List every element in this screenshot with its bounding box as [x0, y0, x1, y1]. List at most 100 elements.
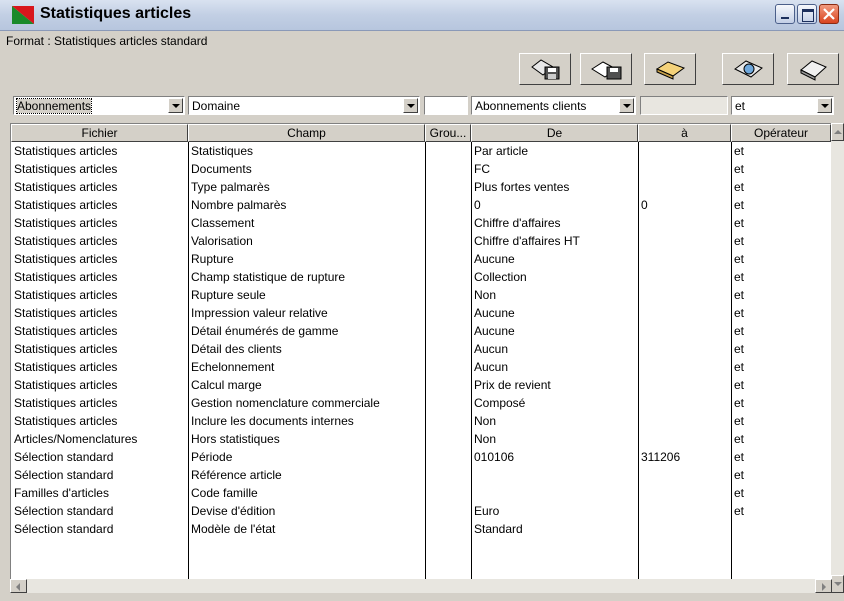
cell-fichier[interactable]: Sélection standard	[11, 520, 188, 538]
cell-fichier[interactable]: Sélection standard	[11, 466, 188, 484]
scroll-right-button[interactable]	[815, 579, 832, 593]
column-header-a[interactable]: à	[638, 124, 731, 142]
cell-operateur[interactable]: et	[731, 232, 831, 250]
cell-a[interactable]	[638, 430, 731, 448]
cell-fichier[interactable]: Statistiques articles	[11, 376, 188, 394]
cell-operateur[interactable]: et	[731, 214, 831, 232]
cell-de[interactable]	[471, 466, 638, 484]
column-header-champ[interactable]: Champ	[188, 124, 425, 142]
cell-groupe[interactable]	[425, 142, 471, 160]
scroll-left-button[interactable]	[10, 579, 27, 593]
cell-a[interactable]	[638, 358, 731, 376]
cell-groupe[interactable]	[425, 196, 471, 214]
close-button[interactable]	[819, 4, 839, 24]
cell-champ[interactable]: Valorisation	[188, 232, 425, 250]
cell-champ[interactable]: Documents	[188, 160, 425, 178]
cell-operateur[interactable]	[731, 520, 831, 538]
cell-groupe[interactable]	[425, 376, 471, 394]
cell-champ[interactable]: Devise d'édition	[188, 502, 425, 520]
cell-groupe[interactable]	[425, 466, 471, 484]
cell-de[interactable]: Non	[471, 412, 638, 430]
cell-champ[interactable]: Détail des clients	[188, 340, 425, 358]
cell-groupe[interactable]	[425, 178, 471, 196]
cell-fichier[interactable]: Statistiques articles	[11, 232, 188, 250]
cell-groupe[interactable]	[425, 394, 471, 412]
cell-groupe[interactable]	[425, 430, 471, 448]
group-input[interactable]	[424, 96, 468, 115]
cell-champ[interactable]: Gestion nomenclature commerciale	[188, 394, 425, 412]
cell-groupe[interactable]	[425, 484, 471, 502]
table-row[interactable]: Familles d'articles Code famille et	[11, 484, 831, 502]
cell-de[interactable]: 0	[471, 196, 638, 214]
cell-champ[interactable]: Détail énumérés de gamme	[188, 322, 425, 340]
horizontal-scrollbar[interactable]	[10, 579, 832, 593]
cell-groupe[interactable]	[425, 412, 471, 430]
cell-de[interactable]	[471, 484, 638, 502]
table-row[interactable]: Statistiques articles Valorisation Chiffre…	[11, 232, 831, 250]
cell-operateur[interactable]: et	[731, 196, 831, 214]
cell-operateur[interactable]: et	[731, 394, 831, 412]
cell-operateur[interactable]: et	[731, 304, 831, 322]
cell-operateur[interactable]: et	[731, 430, 831, 448]
cell-a[interactable]	[638, 214, 731, 232]
cell-de[interactable]: Non	[471, 430, 638, 448]
cell-champ[interactable]: Inclure les documents internes	[188, 412, 425, 430]
cell-de[interactable]: Euro	[471, 502, 638, 520]
cell-a[interactable]	[638, 286, 731, 304]
cell-fichier[interactable]: Statistiques articles	[11, 250, 188, 268]
vertical-scrollbar[interactable]	[831, 123, 844, 593]
print-button[interactable]	[787, 53, 839, 85]
cell-champ[interactable]: Impression valeur relative	[188, 304, 425, 322]
table-row[interactable]: Sélection standard Devise d'édition Euro et	[11, 502, 831, 520]
table-row[interactable]: Statistiques articles Détail énumérés de …	[11, 322, 831, 340]
table-row[interactable]: Statistiques articles Classement Chiffre d…	[11, 214, 831, 232]
cell-groupe[interactable]	[425, 502, 471, 520]
minimize-button[interactable]	[775, 4, 795, 24]
cell-de[interactable]: FC	[471, 160, 638, 178]
cell-a[interactable]	[638, 304, 731, 322]
cell-operateur[interactable]: et	[731, 322, 831, 340]
cell-fichier[interactable]: Statistiques articles	[11, 160, 188, 178]
cell-operateur[interactable]: et	[731, 412, 831, 430]
cell-operateur[interactable]: et	[731, 448, 831, 466]
cell-fichier[interactable]: Sélection standard	[11, 448, 188, 466]
cell-champ[interactable]: Nombre palmarès	[188, 196, 425, 214]
cell-de[interactable]: Standard	[471, 520, 638, 538]
cell-operateur[interactable]: et	[731, 466, 831, 484]
cell-a[interactable]	[638, 142, 731, 160]
table-row[interactable]: Statistiques articles Champ statistique d…	[11, 268, 831, 286]
cell-a[interactable]	[638, 322, 731, 340]
scroll-up-button[interactable]	[831, 123, 844, 141]
cell-a[interactable]	[638, 502, 731, 520]
cell-operateur[interactable]: et	[731, 376, 831, 394]
cell-champ[interactable]: Classement	[188, 214, 425, 232]
cell-groupe[interactable]	[425, 286, 471, 304]
cell-a[interactable]	[638, 160, 731, 178]
from-combo[interactable]: Abonnements clients	[471, 96, 636, 115]
cell-a[interactable]	[638, 520, 731, 538]
print-preview-button[interactable]	[722, 53, 774, 85]
cell-de[interactable]: Aucun	[471, 358, 638, 376]
cell-a[interactable]: 0	[638, 196, 731, 214]
cell-operateur[interactable]: et	[731, 502, 831, 520]
cell-de[interactable]: Non	[471, 286, 638, 304]
cell-a[interactable]	[638, 394, 731, 412]
cell-champ[interactable]: Champ statistique de rupture	[188, 268, 425, 286]
cell-a[interactable]	[638, 178, 731, 196]
maximize-button[interactable]	[797, 4, 817, 24]
table-row[interactable]: Statistiques articles Type palmarès Plus f…	[11, 178, 831, 196]
cell-groupe[interactable]	[425, 448, 471, 466]
cell-champ[interactable]: Calcul marge	[188, 376, 425, 394]
cell-a[interactable]	[638, 268, 731, 286]
column-header-operateur[interactable]: Opérateur	[731, 124, 831, 142]
cell-fichier[interactable]: Statistiques articles	[11, 394, 188, 412]
table-row[interactable]: Statistiques articles Echelonnement Aucun e…	[11, 358, 831, 376]
table-row[interactable]: Statistiques articles Nombre palmarès 0 0 et	[11, 196, 831, 214]
cell-operateur[interactable]: et	[731, 250, 831, 268]
cell-fichier[interactable]: Statistiques articles	[11, 286, 188, 304]
cell-groupe[interactable]	[425, 232, 471, 250]
cell-fichier[interactable]: Statistiques articles	[11, 268, 188, 286]
table-row[interactable]: Sélection standard Période 010106 311206 et	[11, 448, 831, 466]
cell-champ[interactable]: Type palmarès	[188, 178, 425, 196]
cell-groupe[interactable]	[425, 340, 471, 358]
